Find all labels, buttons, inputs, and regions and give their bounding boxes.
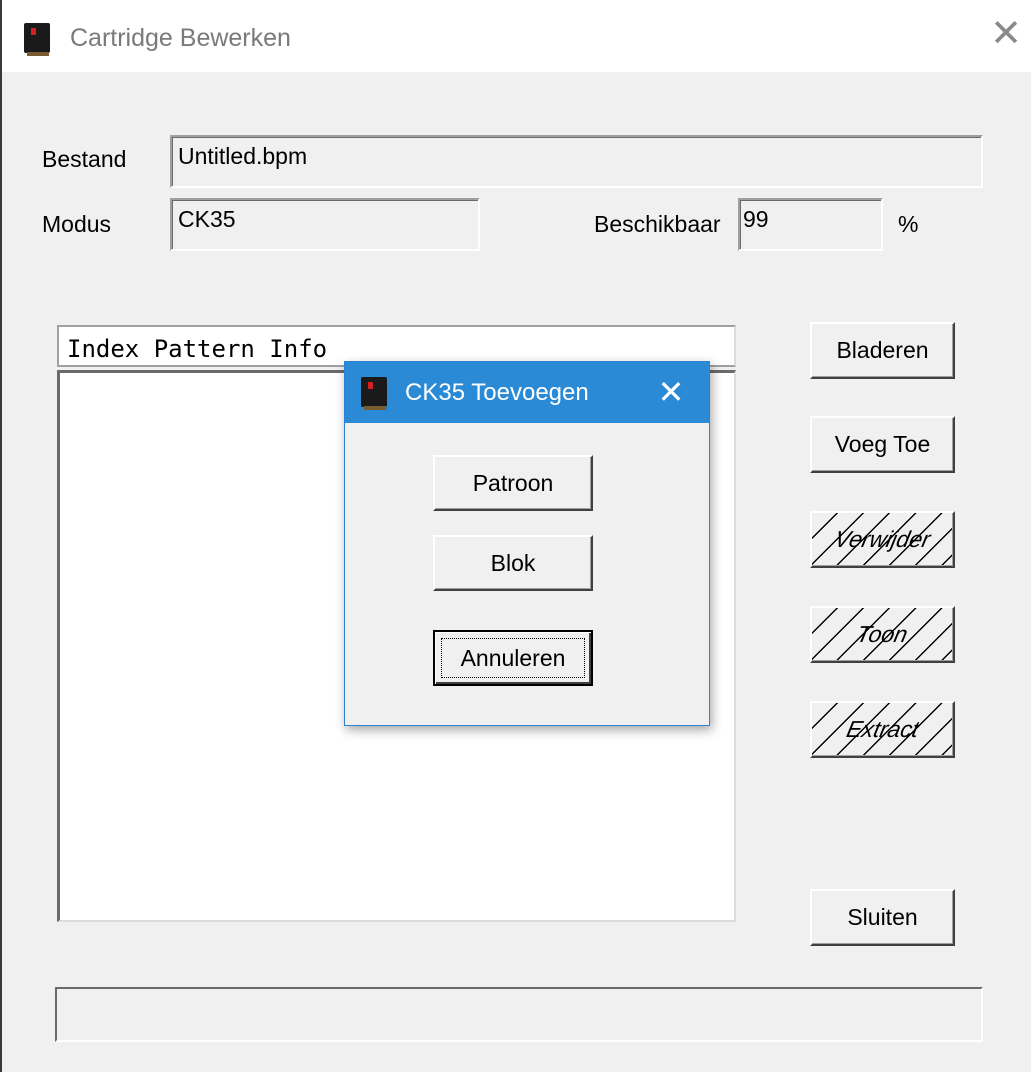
dialog-title: CK35 Toevoegen (405, 379, 589, 406)
cartridge-app-icon (361, 377, 387, 410)
extract-button[interactable]: Extract (810, 701, 955, 758)
pattern-button-label: Patroon (472, 469, 554, 496)
browse-button-label: Bladeren (836, 337, 929, 363)
available-label: Beschikbaar (594, 211, 721, 237)
mode-field[interactable]: CK35 (170, 198, 480, 251)
add-button[interactable]: Voeg Toe (810, 416, 955, 473)
show-button[interactable]: Toon (810, 606, 955, 663)
delete-button[interactable]: Verwijder (810, 511, 955, 568)
pattern-button[interactable]: Patroon (433, 455, 593, 511)
status-bar (55, 987, 983, 1042)
focus-ring (441, 638, 585, 678)
delete-button-label: Verwijder (832, 526, 933, 552)
close-icon[interactable]: ✕ (986, 14, 1026, 54)
close-button-label: Sluiten (847, 904, 918, 930)
browse-button[interactable]: Bladeren (810, 322, 955, 379)
extract-button-label: Extract (844, 716, 922, 742)
cartridge-app-icon (24, 23, 50, 56)
cancel-button[interactable]: Annuleren (433, 630, 593, 686)
block-button[interactable]: Blok (433, 535, 593, 591)
file-field[interactable]: Untitled.bpm (170, 135, 983, 188)
percent-unit-label: % (898, 211, 919, 237)
cartridge-edit-window: Cartridge Bewerken ✕ Bestand Untitled.bp… (0, 0, 1031, 1072)
dialog-close-icon[interactable]: ✕ (651, 372, 691, 412)
dialog-titlebar[interactable]: CK35 Toevoegen ✕ (345, 362, 709, 423)
window-title: Cartridge Bewerken (70, 24, 291, 52)
add-ck35-dialog: CK35 Toevoegen ✕ Patroon Blok Annuleren (344, 361, 710, 726)
add-button-label: Voeg Toe (834, 431, 931, 457)
window-titlebar[interactable]: Cartridge Bewerken ✕ (2, 0, 1031, 72)
close-button[interactable]: Sluiten (810, 889, 955, 946)
block-button-label: Blok (490, 549, 536, 576)
file-label: Bestand (42, 146, 127, 172)
available-field[interactable]: 99 (738, 198, 883, 251)
show-button-label: Toon (854, 621, 911, 647)
mode-label: Modus (42, 211, 112, 237)
